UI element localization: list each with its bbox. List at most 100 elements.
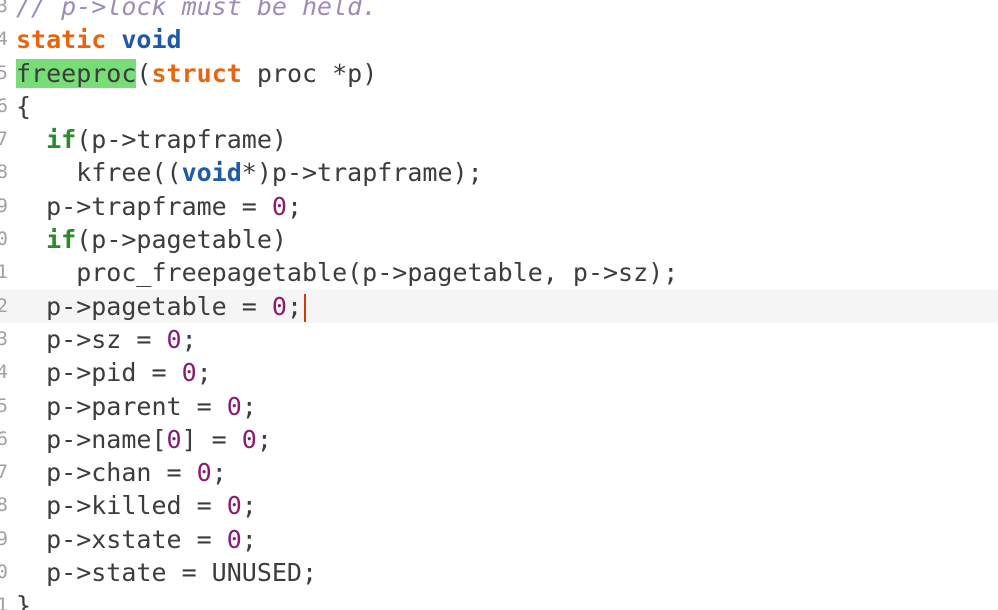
number-token: 0 xyxy=(271,291,287,321)
line-number: 4 xyxy=(0,28,8,51)
code-token: p->chan = xyxy=(16,458,197,488)
number-token: 0 xyxy=(196,458,212,488)
code-line[interactable]: 0 p->state = UNUSED; xyxy=(0,556,998,589)
code-line[interactable]: 5 freeproc(struct proc *p) xyxy=(0,57,998,90)
code-line[interactable]: 1 proc_freepagetable(p->pagetable, p->sz… xyxy=(0,256,998,289)
line-text: p->chan = 0; xyxy=(16,456,227,489)
code-token: p->state = UNUSED; xyxy=(16,558,318,588)
code-token: p->pid = xyxy=(16,358,182,388)
keyword-token: static xyxy=(16,25,107,55)
keyword-token: struct xyxy=(151,58,242,88)
comment-token: // p->lock must be held. xyxy=(16,0,378,21)
number-token: 0 xyxy=(181,358,197,388)
code-token: p->parent = xyxy=(16,391,227,421)
line-text: // p->lock must be held. xyxy=(16,0,377,23)
code-token: p->name[ xyxy=(16,424,167,454)
line-text: p->state = UNUSED; xyxy=(16,556,317,589)
line-text: if(p->pagetable) xyxy=(16,223,287,256)
code-token: p->pagetable = xyxy=(16,291,272,321)
line-number: 1 xyxy=(0,594,8,610)
code-token: ; xyxy=(286,191,302,221)
line-text: p->xstate = 0; xyxy=(16,523,257,556)
line-text: p->sz = 0; xyxy=(16,323,197,356)
code-token: ; xyxy=(211,458,227,488)
text-cursor xyxy=(304,293,306,322)
code-token: (p->pagetable) xyxy=(76,225,287,255)
line-text: kfree((void*)p->trapframe); xyxy=(16,156,483,189)
line-number: 7 xyxy=(0,461,8,484)
code-token: p->sz = xyxy=(16,324,167,354)
line-number: 8 xyxy=(0,494,8,517)
code-token: proc *p) xyxy=(241,58,378,88)
control-keyword-token: if xyxy=(46,225,77,255)
line-text: } xyxy=(16,589,31,610)
code-line[interactable]: 1} xyxy=(0,589,998,610)
line-number: 2 xyxy=(0,294,8,317)
code-token: ; xyxy=(181,324,197,354)
code-line[interactable]: 6 p->name[0] = 0; xyxy=(0,423,998,456)
line-number: 5 xyxy=(0,394,8,417)
code-line[interactable]: 8 kfree((void*)p->trapframe); xyxy=(0,156,998,189)
code-line[interactable]: 7 p->chan = 0; xyxy=(0,456,998,489)
code-token: p->killed = xyxy=(16,491,227,521)
line-number: 6 xyxy=(0,94,8,117)
code-token: ( xyxy=(136,58,152,88)
code-token: { xyxy=(16,91,32,121)
code-line[interactable]: 6{ xyxy=(0,90,998,123)
line-text: p->pid = 0; xyxy=(16,356,212,389)
line-text: if(p->trapframe) xyxy=(16,123,287,156)
control-keyword-token: if xyxy=(46,125,77,155)
type-token: void xyxy=(121,25,182,55)
number-token: 0 xyxy=(226,391,242,421)
code-token: } xyxy=(16,591,32,610)
line-text: p->trapframe = 0; xyxy=(16,190,302,223)
line-text: p->pagetable = 0; xyxy=(16,290,306,323)
line-text: static void xyxy=(16,23,182,56)
line-number: 7 xyxy=(0,128,8,151)
number-token: 0 xyxy=(271,191,287,221)
code-token: ; xyxy=(241,391,257,421)
code-line[interactable]: 3 p->sz = 0; xyxy=(0,323,998,356)
code-line[interactable]: 5 p->parent = 0; xyxy=(0,390,998,423)
code-editor[interactable]: 3 // p->lock must be held. 4 static void 5 fr… xyxy=(0,0,998,610)
number-token: 0 xyxy=(226,524,242,554)
line-text: { xyxy=(16,90,31,123)
line-text: freeproc(struct proc *p) xyxy=(16,57,377,90)
code-token: ; xyxy=(241,491,257,521)
code-token: ] = xyxy=(181,424,242,454)
line-number: 5 xyxy=(0,61,8,84)
code-token: *)p->trapframe); xyxy=(241,158,483,188)
type-token: void xyxy=(181,158,242,188)
code-line[interactable]: 9 p->trapframe = 0; xyxy=(0,190,998,223)
code-line[interactable]: 0 if(p->pagetable) xyxy=(0,223,998,256)
line-number: 0 xyxy=(0,561,8,584)
line-number: 9 xyxy=(0,527,8,550)
code-line[interactable]: 4 static void xyxy=(0,23,998,56)
code-token: kfree(( xyxy=(16,158,182,188)
code-token: proc_freepagetable(p->pagetable, p->sz); xyxy=(16,258,679,288)
line-text: p->parent = 0; xyxy=(16,390,257,423)
line-number: 0 xyxy=(0,228,8,251)
code-line[interactable]: 9 p->xstate = 0; xyxy=(0,523,998,556)
number-token: 0 xyxy=(166,424,182,454)
code-token: (p->trapframe) xyxy=(76,125,287,155)
code-line-current[interactable]: 2 p->pagetable = 0; xyxy=(0,289,998,323)
code-token: ; xyxy=(196,358,212,388)
code-area[interactable]: 3 // p->lock must be held. 4 static void 5 fr… xyxy=(0,0,998,610)
code-line[interactable]: 3 // p->lock must be held. xyxy=(0,0,998,23)
code-token: p->trapframe = xyxy=(16,191,272,221)
line-number: 9 xyxy=(0,194,8,217)
line-number: 6 xyxy=(0,427,8,450)
code-line[interactable]: 4 p->pid = 0; xyxy=(0,356,998,389)
highlighted-function-name: freeproc xyxy=(16,58,137,88)
line-number: 3 xyxy=(0,327,8,350)
line-text: proc_freepagetable(p->pagetable, p->sz); xyxy=(16,256,678,289)
number-token: 0 xyxy=(226,491,242,521)
code-line[interactable]: 8 p->killed = 0; xyxy=(0,489,998,522)
code-line[interactable]: 7 if(p->trapframe) xyxy=(0,123,998,156)
code-token: p->xstate = xyxy=(16,524,227,554)
code-token: ; xyxy=(286,291,302,321)
